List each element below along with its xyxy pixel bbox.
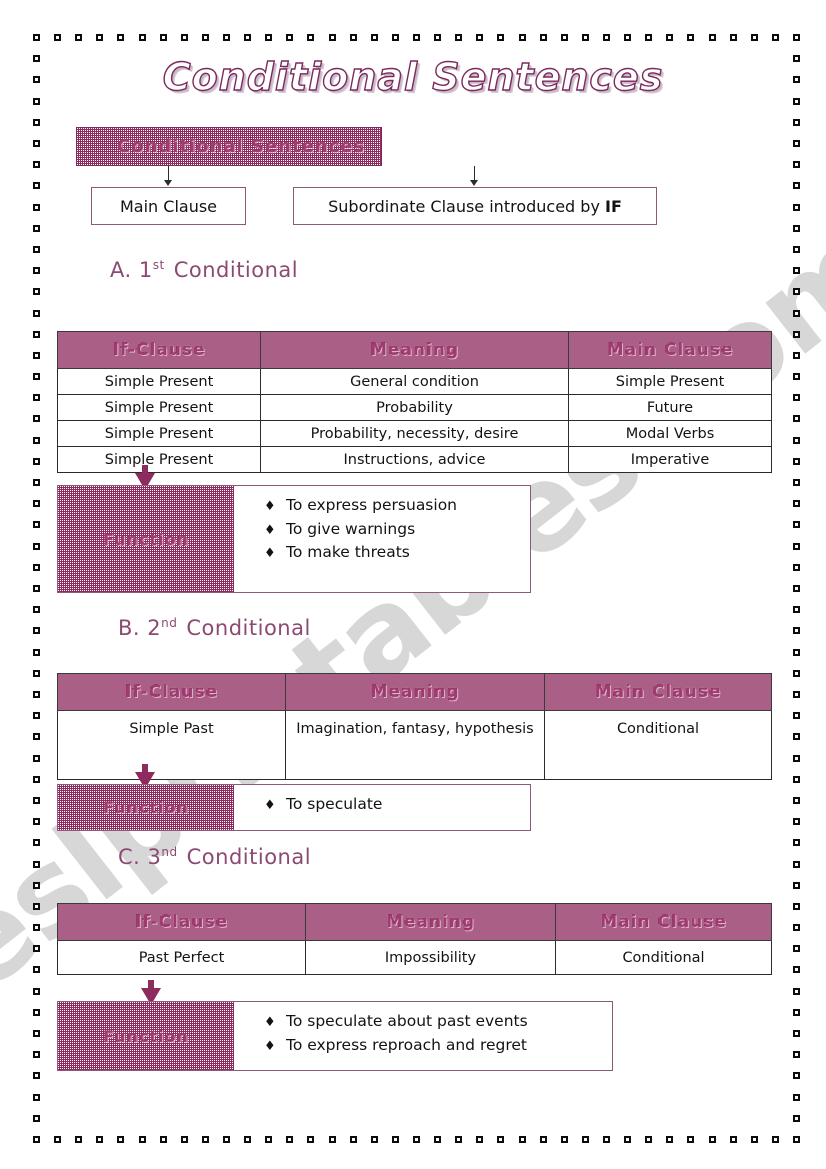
table-1-header-if-clause: If-Clause	[57, 331, 261, 369]
table-header-row: If-Clause Meaning Main Clause	[57, 331, 772, 369]
table-cell: Past Perfect	[57, 940, 306, 975]
main-clause-box: Main Clause	[91, 187, 246, 225]
worksheet-page: eslprintables.com Conditional Sentences …	[0, 0, 826, 1169]
function-box-a: Function ♦ To express persuasion ♦ To give…	[57, 485, 531, 593]
function-box-c: Function ♦ To speculate about past events…	[57, 1001, 613, 1071]
connector-line-subordinate	[474, 166, 475, 181]
function-label-cell-a: Function	[58, 486, 234, 592]
section-b-letter: B.	[118, 616, 141, 640]
table-2-header-main-clause: Main Clause	[544, 673, 772, 711]
table-3-header-main-clause: Main Clause	[555, 903, 772, 941]
connector-line-main	[168, 166, 169, 181]
function-item: ♦ To express reproach and regret	[264, 1034, 612, 1058]
function-label-a: Function	[103, 529, 189, 549]
table-cell: Simple Past	[57, 710, 286, 780]
function-item: ♦ To make threats	[264, 541, 530, 565]
section-heading-b: B. 2nd Conditional	[118, 616, 311, 640]
function-label-cell-c: Function	[58, 1002, 234, 1070]
section-c-letter: C.	[118, 845, 141, 869]
function-item: ♦ To give warnings	[264, 518, 530, 542]
table-header-row: If-Clause Meaning Main Clause	[57, 903, 772, 941]
table-cell: Simple Present	[57, 368, 261, 395]
bullet-diamond-icon: ♦	[264, 1038, 276, 1054]
function-items-b: ♦ To speculate	[234, 785, 530, 830]
section-heading-a: A. 1st Conditional	[110, 258, 298, 282]
connector-arrow-main	[164, 180, 172, 186]
page-title: Conditional Sentences	[162, 54, 664, 99]
function-item: ♦ To express persuasion	[264, 494, 530, 518]
table-row: Simple Present Probability Future	[57, 394, 772, 421]
function-item: ♦ To speculate about past events	[264, 1010, 612, 1034]
table-cell: Impossibility	[305, 940, 556, 975]
section-c-suffix: nd	[161, 845, 178, 859]
diagram-header-box: Conditional Sentences	[76, 127, 382, 166]
table-cell: Modal Verbs	[568, 420, 772, 447]
table-2-header-meaning: Meaning	[285, 673, 545, 711]
conditional-table-2: If-Clause Meaning Main Clause Simple Pas…	[57, 673, 772, 780]
function-label-cell-b: Function	[58, 785, 234, 830]
table-row: Past Perfect Impossibility Conditional	[57, 940, 772, 975]
section-a-letter: A.	[110, 258, 132, 282]
table-cell: General condition	[260, 368, 569, 395]
table-row: Simple Present General condition Simple …	[57, 368, 772, 395]
section-b-ordinal: 2	[147, 616, 162, 640]
subordinate-clause-label: Subordinate Clause introduced by	[328, 196, 605, 216]
bullet-diamond-icon: ♦	[264, 798, 276, 813]
table-cell: Imperative	[568, 446, 772, 473]
table-1-header-main-clause: Main Clause	[568, 331, 772, 369]
bullet-diamond-icon: ♦	[264, 499, 276, 514]
function-items-a: ♦ To express persuasion ♦ To give warnings…	[234, 486, 530, 592]
table-cell: Simple Present	[57, 446, 261, 473]
table-row: Simple Present Instructions, advice Impe…	[57, 446, 772, 473]
function-label-b: Function	[103, 798, 189, 817]
function-item: ♦ To speculate	[264, 793, 530, 817]
section-a-ordinal: 1	[138, 258, 153, 282]
subordinate-clause-if: IF	[605, 196, 622, 216]
table-cell: Simple Present	[57, 420, 261, 447]
table-header-row: If-Clause Meaning Main Clause	[57, 673, 772, 711]
table-3-header-if-clause: If-Clause	[57, 903, 306, 941]
section-a-suffix: st	[152, 258, 165, 272]
subordinate-clause-box: Subordinate Clause introduced by IF	[293, 187, 657, 225]
worksheet-content: Conditional Sentences Conditional Senten…	[0, 0, 826, 1169]
bullet-diamond-icon: ♦	[264, 546, 276, 562]
table-cell: Simple Present	[57, 394, 261, 421]
table-1-header-meaning: Meaning	[260, 331, 569, 369]
table-cell: Probability	[260, 394, 569, 421]
conditional-table-3: If-Clause Meaning Main Clause Past Perfe…	[57, 903, 772, 975]
table-cell: Simple Present	[568, 368, 772, 395]
table-cell: Probability, necessity, desire	[260, 420, 569, 447]
function-box-b: Function ♦ To speculate	[57, 784, 531, 831]
diagram-header-label: Conditional Sentences	[117, 136, 366, 157]
section-c-word: Conditional	[186, 845, 312, 869]
table-row: Simple Present Probability, necessity, d…	[57, 420, 772, 447]
section-a-word: Conditional	[173, 258, 299, 282]
section-b-suffix: nd	[161, 616, 178, 630]
table-cell: Conditional	[555, 940, 772, 975]
table-3-header-meaning: Meaning	[305, 903, 556, 941]
section-c-ordinal: 3	[147, 845, 162, 869]
bullet-diamond-icon: ♦	[264, 1015, 276, 1030]
function-label-c: Function	[103, 1026, 189, 1046]
function-items-c: ♦ To speculate about past events ♦ To expr…	[234, 1002, 612, 1070]
section-heading-c: C. 3nd Conditional	[118, 845, 311, 869]
table-cell: Imagination, fantasy, hypothesis	[285, 710, 545, 780]
table-row: Simple Past Imagination, fantasy, hypoth…	[57, 710, 772, 780]
conditional-table-1: If-Clause Meaning Main Clause Simple Pre…	[57, 331, 772, 473]
table-cell: Instructions, advice	[260, 446, 569, 473]
table-2-header-if-clause: If-Clause	[57, 673, 286, 711]
connector-arrow-subordinate	[470, 180, 478, 186]
table-cell: Conditional	[544, 710, 772, 780]
bullet-diamond-icon: ♦	[264, 522, 276, 538]
table-cell: Future	[568, 394, 772, 421]
section-b-word: Conditional	[186, 616, 311, 640]
main-clause-label: Main Clause	[119, 196, 218, 216]
